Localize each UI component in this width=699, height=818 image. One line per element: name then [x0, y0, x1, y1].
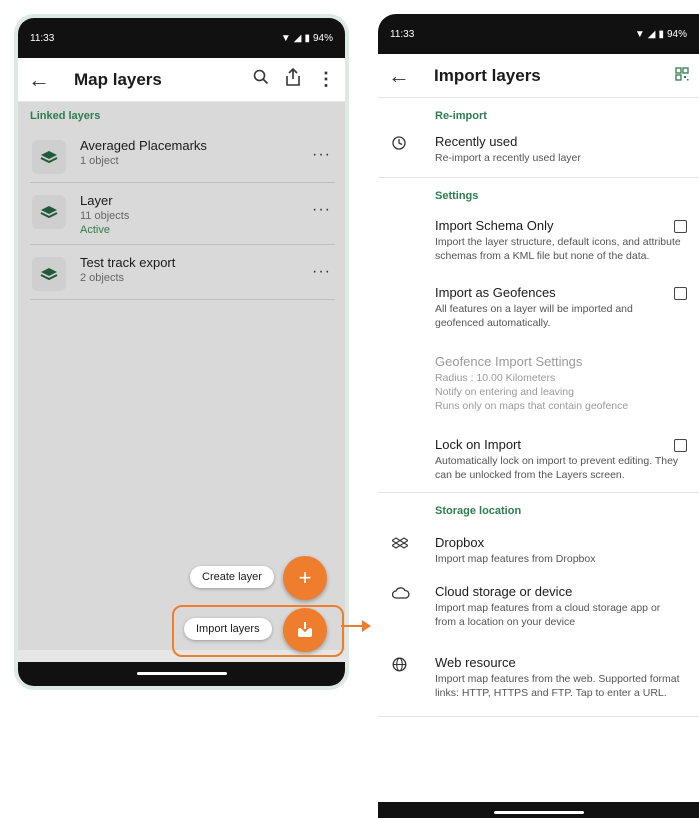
item-subtitle: Import map features from Dropbox [435, 553, 596, 565]
status-icons: ▼ ◢ ▮ 94% [635, 29, 687, 40]
callout-arrow-head [362, 620, 371, 632]
item-title: Recently used [435, 134, 518, 149]
wifi-icon: ▼ [634, 28, 645, 40]
layer-item[interactable]: Layer 11 objects Active ··· [30, 183, 335, 245]
item-title: Import Schema Only [435, 218, 554, 233]
status-icons: ▼ ◢ ▮ 94% [281, 33, 333, 44]
layer-name: Layer [80, 193, 113, 208]
create-layer-label[interactable]: Create layer [190, 566, 274, 588]
import-schema-checkbox[interactable] [674, 220, 687, 233]
layer-item[interactable]: Test track export 2 objects ··· [30, 245, 335, 300]
import-schema-only-item[interactable]: Import Schema Only Import the layer stru… [378, 206, 699, 271]
share-icon[interactable] [285, 67, 301, 91]
geofence-import-settings-item: Geofence Import Settings Radius : 10.00 … [378, 338, 699, 421]
cloud-storage-item[interactable]: Cloud storage or device Import map featu… [378, 574, 699, 637]
home-indicator[interactable] [136, 672, 227, 675]
lock-on-import-item[interactable]: Lock on Import Automatically lock on imp… [378, 421, 699, 492]
overflow-menu-icon[interactable]: ⋮ [317, 69, 335, 90]
reimport-section-label: Re-import [435, 110, 487, 122]
geofence-radius: Radius : 10.00 Kilometers [435, 372, 556, 384]
wifi-icon: ▼ [280, 32, 291, 44]
cloud-icon [391, 584, 422, 629]
geofence-notify: Notify on entering and leaving [435, 386, 574, 398]
create-layer-button[interactable]: + [283, 556, 327, 600]
item-title: Lock on Import [435, 437, 521, 452]
settings-section-label: Settings [435, 190, 479, 202]
battery-percent: 94% [312, 32, 333, 44]
recently-used-item[interactable]: Recently used Re-import a recently used … [378, 126, 699, 177]
battery-icon: ▮ [658, 28, 664, 40]
layer-count: 1 object [80, 155, 119, 167]
app-bar: ← Map layers ⋮ [18, 58, 345, 102]
layer-count: 11 objects [80, 210, 130, 222]
nav-bar [18, 662, 345, 686]
item-subtitle: Import the layer structure, default icon… [435, 236, 681, 262]
signal-icon: ◢ [293, 32, 302, 44]
storage-section-label: Storage location [435, 505, 522, 517]
geofence-runs: Runs only on maps that contain geofence [435, 400, 629, 412]
more-options-icon[interactable]: ··· [312, 146, 331, 164]
item-subtitle: Re-import a recently used layer [435, 152, 581, 164]
item-title: Dropbox [435, 535, 485, 550]
import-layers-highlight [172, 605, 344, 657]
linked-layers-label: Linked layers [30, 110, 101, 122]
app-bar: ← Import layers [378, 54, 699, 98]
battery-percent: 94% [666, 28, 687, 40]
nav-bar [378, 802, 699, 818]
import-layers-screen: 11:33 ▼ ◢ ▮ 94% ← Import layers Re-impor… [378, 14, 699, 818]
layers-icon [32, 140, 66, 174]
more-options-icon[interactable]: ··· [312, 201, 331, 219]
search-icon[interactable] [253, 69, 269, 90]
more-options-icon[interactable]: ··· [312, 263, 331, 281]
page-title: Map layers [74, 69, 162, 89]
item-subtitle: Import map features from a cloud storage… [435, 602, 661, 628]
layer-list: Linked layers Averaged Placemarks 1 obje… [18, 102, 345, 652]
item-title: Geofence Import Settings [435, 354, 583, 369]
web-resource-item[interactable]: Web resource Import map features from th… [378, 637, 699, 708]
divider [378, 716, 699, 717]
import-as-geofences-item[interactable]: Import as Geofences All features on a la… [378, 271, 699, 338]
dropbox-item[interactable]: Dropbox Import map features from Dropbox [378, 521, 699, 574]
battery-icon: ▮ [304, 32, 310, 44]
layer-name: Test track export [80, 255, 176, 270]
item-subtitle: Automatically lock on import to prevent … [435, 455, 679, 481]
dropbox-icon [390, 535, 422, 566]
status-bar: 11:33 ▼ ◢ ▮ 94% [18, 18, 345, 58]
layer-item[interactable]: Averaged Placemarks 1 object ··· [30, 128, 335, 183]
status-time: 11:33 [30, 32, 55, 44]
lock-on-import-checkbox[interactable] [674, 439, 687, 452]
layers-icon [32, 257, 66, 291]
layer-name: Averaged Placemarks [80, 138, 207, 153]
home-indicator[interactable] [493, 811, 584, 814]
item-subtitle: All features on a layer will be imported… [435, 303, 633, 329]
globe-icon [392, 655, 422, 700]
layer-status: Active [80, 224, 110, 236]
item-title: Web resource [435, 655, 516, 670]
qr-code-icon[interactable] [675, 66, 689, 86]
item-subtitle: Import map features from the web. Suppor… [435, 673, 680, 699]
layers-icon [32, 195, 66, 229]
plus-icon: + [298, 565, 312, 590]
back-arrow-icon[interactable]: ← [388, 63, 420, 89]
signal-icon: ◢ [647, 28, 656, 40]
item-title: Import as Geofences [435, 285, 556, 300]
status-bar: 11:33 ▼ ◢ ▮ 94% [378, 14, 699, 54]
layer-count: 2 objects [80, 272, 125, 284]
back-arrow-icon[interactable]: ← [28, 67, 60, 93]
item-title: Cloud storage or device [435, 584, 573, 599]
clock-icon [392, 134, 422, 165]
map-layers-screen: 11:33 ▼ ◢ ▮ 94% ← Map layers ⋮ Linked la… [14, 14, 349, 690]
page-title: Import layers [434, 65, 541, 85]
import-geofences-checkbox[interactable] [674, 287, 687, 300]
status-time: 11:33 [390, 28, 415, 40]
